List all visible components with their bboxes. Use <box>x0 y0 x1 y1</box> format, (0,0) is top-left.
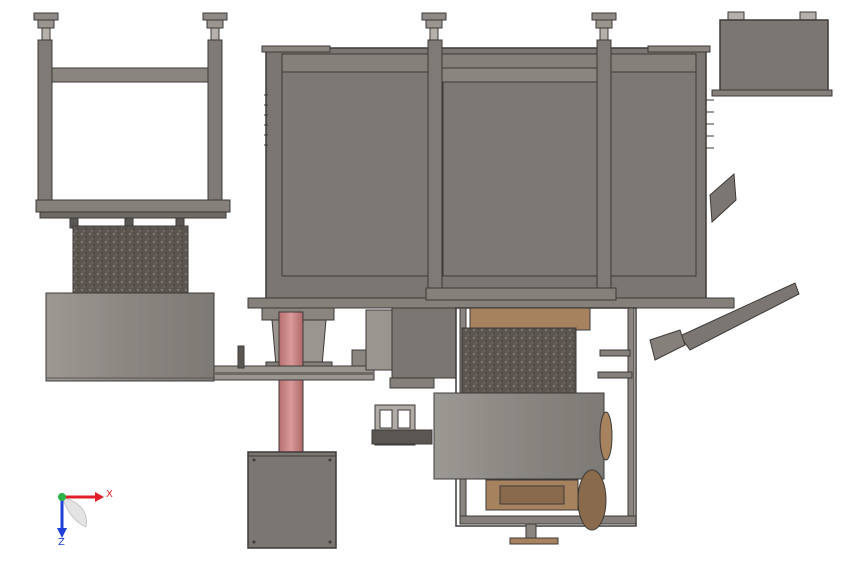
left-stone-roller <box>72 225 189 297</box>
center-foot-pad-2 <box>591 12 617 41</box>
z-axis-label: Z <box>58 537 65 548</box>
motor-box <box>711 11 833 97</box>
center-stone-roller <box>461 327 577 395</box>
left-foot-pad-1 <box>33 12 59 41</box>
cad-viewport: X Z <box>0 0 867 562</box>
center-plate <box>391 307 457 379</box>
side-chute <box>709 172 737 224</box>
x-axis-label: X <box>106 489 113 500</box>
wood-top-block <box>469 307 591 331</box>
left-drum <box>45 292 215 382</box>
main-housing <box>247 45 735 309</box>
stand-foot <box>509 537 559 545</box>
x-axis-head <box>95 492 104 502</box>
y-axis-dot <box>58 493 66 501</box>
machine-drawing: X Z <box>33 11 833 549</box>
left-foot-pad-2 <box>202 12 228 41</box>
left-frame <box>33 12 231 229</box>
support-column <box>278 311 304 453</box>
pedestal-box <box>247 451 337 549</box>
axis-triad: X Z <box>57 489 113 548</box>
center-foot-pad-1 <box>421 12 447 41</box>
center-drum <box>433 392 605 480</box>
